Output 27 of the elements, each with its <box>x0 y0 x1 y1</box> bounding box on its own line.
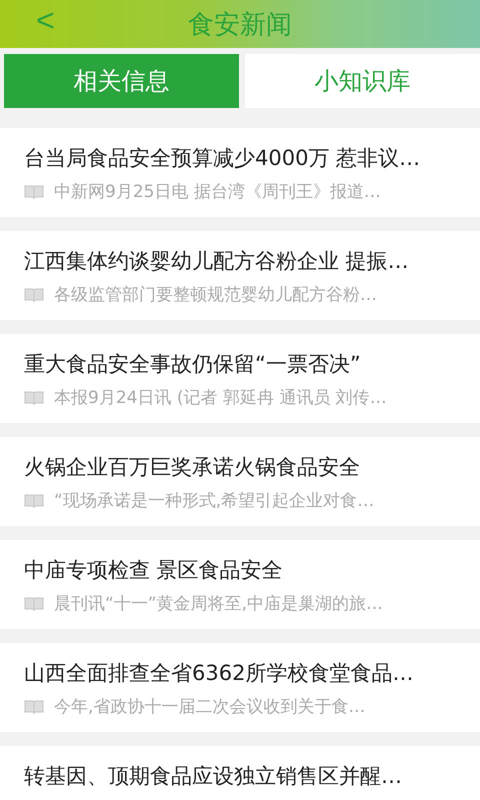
news-title: 重大食品安全事故仍保留“一票否决” <box>24 351 362 378</box>
news-summary: 今年,省政协十一届二次会议收到关于食… <box>54 696 366 718</box>
news-card[interactable]: 重大食品安全事故仍保留“一票否决” 本报9月24日讯 (记者 郭延冉 通讯员 刘传… <box>0 334 480 423</box>
news-card[interactable]: 火锅企业百万巨奖承诺火锅食品安全 “现场承诺是一种形式,希望引起企业对食… <box>0 437 480 526</box>
news-summary: 各级监管部门要整顿规范婴幼儿配方谷粉… <box>54 284 377 306</box>
news-summary: 晨刊讯“十一”黄金周将至,中庙是巢湖的旅… <box>54 593 384 615</box>
news-card[interactable]: 江西集体约谈婴幼儿配方谷粉企业 提振… 各级监管部门要整顿规范婴幼儿配方谷粉… <box>0 231 480 320</box>
book-icon <box>24 286 44 302</box>
book-icon <box>24 492 44 508</box>
news-card[interactable]: 中庙专项检查 景区食品安全 晨刊讯“十一”黄金周将至,中庙是巢湖的旅… <box>0 540 480 629</box>
news-title: 江西集体约谈婴幼儿配方谷粉企业 提振… <box>24 248 410 275</box>
news-card[interactable]: 转基因、顶期食品应设独立销售区并醒… <box>0 746 480 800</box>
news-title: 中庙专项检查 景区食品安全 <box>24 557 284 584</box>
book-icon <box>24 184 44 200</box>
page-title: 食安新闻 <box>188 8 292 42</box>
book-icon <box>24 698 44 714</box>
news-summary: 本报9月24日讯 (记者 郭延冉 通讯员 刘传… <box>54 387 387 409</box>
news-card[interactable]: 台当局食品安全预算减少4000万 惹非议… 中新网9月25日电 据台湾《周刊王》报道… <box>0 128 480 217</box>
news-summary: 中新网9月25日电 据台湾《周刊王》报道… <box>54 181 381 203</box>
book-icon <box>24 596 44 612</box>
news-title: 火锅企业百万巨奖承诺火锅食品安全 <box>24 454 361 481</box>
news-title: 山西全面排查全省6362所学校食堂食品… <box>24 660 414 687</box>
news-summary: “现场承诺是一种形式,希望引起企业对食… <box>54 490 374 512</box>
news-card[interactable]: 山西全面排查全省6362所学校食堂食品… 今年,省政协十一届二次会议收到关于食… <box>0 643 480 732</box>
news-title: 转基因、顶期食品应设独立销售区并醒… <box>24 763 403 790</box>
book-icon <box>24 390 44 406</box>
news-title: 台当局食品安全预算减少4000万 惹非议… <box>24 145 422 172</box>
